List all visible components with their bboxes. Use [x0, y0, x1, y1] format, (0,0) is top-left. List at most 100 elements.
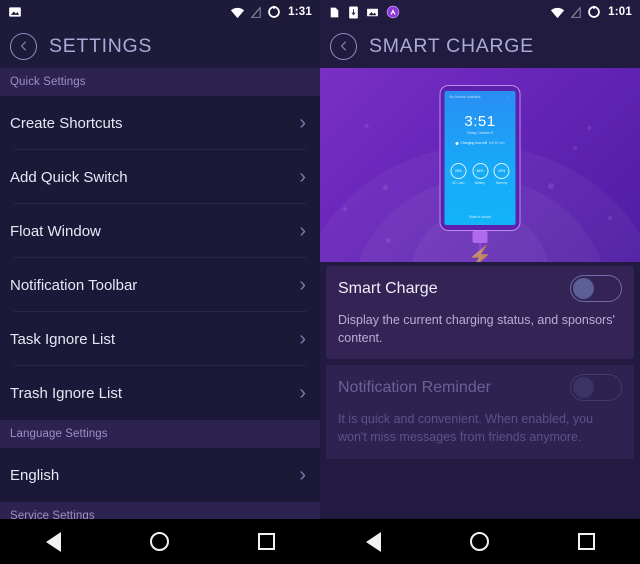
chevron-right-icon: ›: [299, 381, 306, 404]
ring-caption: Battery: [474, 181, 486, 185]
screenshot-stage: 1:31 SETTINGS Quick Settings Create Shor…: [0, 0, 640, 564]
smart-charge-description: Display the current charging status, and…: [338, 313, 615, 346]
ring-value: 28%: [450, 163, 467, 179]
left-phone-screen: 1:31 SETTINGS Quick Settings Create Shor…: [0, 0, 320, 564]
chevron-right-icon: ›: [299, 327, 306, 350]
list-item-float-window[interactable]: Float Window ›: [0, 204, 320, 258]
section-header-language-settings: Language Settings: [0, 420, 320, 448]
notification-reminder-card: Notification Reminder It is quick and co…: [326, 365, 634, 459]
toggle-knob: [573, 278, 594, 299]
back-button[interactable]: [10, 32, 37, 60]
left-app-bar: SETTINGS: [0, 24, 320, 68]
left-status-bar: 1:31: [0, 0, 320, 24]
illustration-ring-item: 28% SD Card: [450, 163, 467, 185]
recents-square-icon: [258, 533, 276, 550]
ring-value: 86%: [472, 163, 488, 179]
left-status-icons-right: 1:31: [230, 5, 312, 19]
left-nav-bar: [0, 519, 320, 564]
list-item-add-quick-switch[interactable]: Add Quick Switch ›: [0, 150, 320, 204]
page-title: SETTINGS: [49, 34, 153, 57]
list-item-label: Float Window: [10, 222, 101, 240]
illustration-status-row: No Service Available ⋮: [450, 95, 511, 99]
bolt-dot-icon: [455, 141, 459, 145]
settings-list: Quick Settings Create Shortcuts › Add Qu…: [0, 68, 320, 530]
notification-reminder-title: Notification Reminder: [338, 378, 491, 396]
section-header-quick-settings: Quick Settings: [0, 68, 320, 96]
sd-card-icon: [330, 7, 339, 17]
illustration-ring-item: 63% Memory: [493, 163, 510, 185]
list-item-label: Create Shortcuts: [10, 114, 123, 132]
illustration-ring-item: 86% Battery: [472, 163, 488, 185]
illustration-charging-extra: full 30 min: [489, 141, 505, 145]
phone-illustration: No Service Available ⋮ 3:51 Friday, Octo…: [439, 85, 521, 231]
nav-recents-button[interactable]: [245, 520, 289, 564]
smart-charge-toggle[interactable]: [570, 275, 622, 302]
ring-caption: Memory: [495, 181, 508, 185]
image-icon: [9, 7, 21, 17]
lightning-bolt-icon: ⚡: [467, 246, 493, 262]
list-item-trash-ignore-list[interactable]: Trash Ignore List ›: [0, 366, 320, 420]
notification-reminder-toggle[interactable]: [570, 374, 622, 402]
list-item-task-ignore-list[interactable]: Task Ignore List ›: [0, 312, 320, 366]
back-triangle-icon: [45, 531, 61, 552]
signal-off-icon: [570, 5, 581, 18]
nav-home-button[interactable]: [138, 520, 182, 564]
ring-caption: SD Card: [452, 181, 465, 185]
notification-reminder-description: It is quick and convenient. When enabled…: [338, 412, 594, 445]
wifi-icon: [231, 7, 245, 18]
illustration-clock: 3:51: [464, 113, 496, 130]
left-status-time: 1:31: [288, 6, 312, 18]
chevron-right-icon: ›: [299, 463, 306, 486]
illustration-date: Friday, October 6: [467, 131, 493, 135]
smart-charge-title: Smart Charge: [338, 279, 438, 297]
list-item-label: Add Quick Switch: [10, 168, 128, 186]
image-icon: [367, 8, 378, 16]
list-item-label: English: [10, 466, 60, 484]
chevron-right-icon: ›: [299, 165, 306, 188]
illustration-footer: Slide to unlock: [468, 215, 492, 219]
right-status-time: 1:01: [608, 6, 632, 18]
nav-recents-button[interactable]: [565, 520, 609, 564]
illustration-charging-text: Charging now will: [460, 141, 488, 145]
list-item-label: Task Ignore List: [10, 330, 116, 348]
decor-dot: [386, 238, 391, 243]
smart-charge-card: Smart Charge Display the current chargin…: [326, 266, 634, 360]
illustration-carrier: No Service Available: [449, 95, 481, 99]
illustration-menu-icon: ⋮: [507, 95, 511, 99]
decor-dot: [608, 216, 612, 220]
list-item-create-shortcuts[interactable]: Create Shortcuts ›: [0, 96, 320, 150]
list-item-label: Notification Toolbar: [10, 276, 138, 294]
nav-home-button[interactable]: [458, 520, 502, 564]
home-circle-icon: [470, 532, 490, 551]
usb-device-icon: [349, 6, 358, 18]
page-title: SMART CHARGE: [369, 34, 534, 57]
left-status-icons-left: [8, 5, 230, 19]
illustration-charging-row: Charging now will full 30 min: [445, 141, 516, 145]
decor-dot: [573, 146, 577, 150]
signal-off-icon: [250, 5, 261, 18]
smart-charge-card-header: Smart Charge: [338, 266, 622, 311]
wifi-icon: [551, 7, 565, 18]
right-app-bar: SMART CHARGE: [320, 24, 640, 68]
back-triangle-icon: [365, 531, 381, 552]
decor-dot: [548, 183, 554, 189]
right-phone-screen: 1:01 SMART CHARGE ✦ ✦ ✦ No Service Avail…: [320, 0, 640, 564]
illustration-ring-group: 28% SD Card 86% Battery 63% Memory: [445, 163, 516, 185]
notification-reminder-card-header: Notification Reminder: [338, 365, 622, 410]
list-item-notification-toolbar[interactable]: Notification Toolbar ›: [0, 258, 320, 312]
nav-back-button[interactable]: [31, 520, 75, 564]
sparkle-icon: ✦: [340, 204, 350, 216]
list-item-label: Trash Ignore List: [10, 384, 122, 402]
toggle-knob: [573, 377, 594, 399]
nav-back-button[interactable]: [351, 520, 395, 564]
sparkle-icon: ✦: [362, 121, 372, 133]
right-status-bar: 1:01: [320, 0, 640, 24]
chevron-right-icon: ›: [299, 111, 306, 134]
phone-illustration-screen: No Service Available ⋮ 3:51 Friday, Octo…: [444, 91, 516, 225]
right-status-icons-right: 1:01: [550, 5, 632, 19]
back-button[interactable]: [330, 32, 357, 60]
list-item-english[interactable]: English ›: [0, 448, 320, 502]
battery-ring-icon: [588, 5, 601, 18]
ring-value: 63%: [493, 163, 510, 179]
right-status-icons-left: [328, 5, 550, 19]
